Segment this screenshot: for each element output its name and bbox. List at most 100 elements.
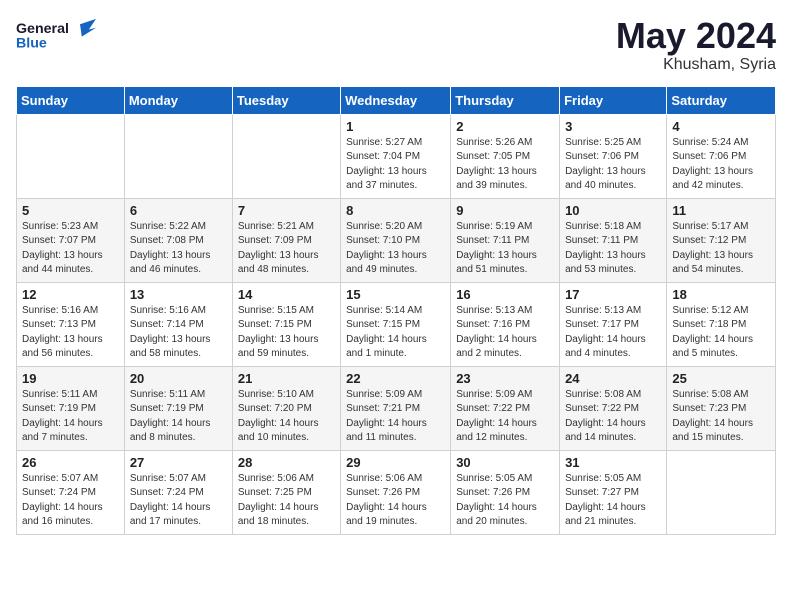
calendar-cell: 10 Sunrise: 5:18 AM Sunset: 7:11 PM Dayli…	[560, 198, 667, 282]
day-number: 28	[238, 455, 335, 470]
day-info: Sunrise: 5:06 AM Sunset: 7:25 PM Dayligh…	[238, 472, 335, 530]
weekday-monday: Monday	[124, 86, 232, 114]
page-header: General Blue May 2024 Khusham, Syria	[16, 16, 776, 74]
calendar-week-3: 12 Sunrise: 5:16 AM Sunset: 7:13 PM Dayli…	[17, 282, 776, 366]
day-number: 22	[346, 371, 445, 386]
day-info: Sunrise: 5:22 AM Sunset: 7:08 PM Dayligh…	[130, 220, 227, 278]
calendar-cell: 12 Sunrise: 5:16 AM Sunset: 7:13 PM Dayli…	[17, 282, 125, 366]
calendar-cell: 3Sunrise: 5:25 AM Sunset: 7:06 PM Daylig…	[560, 114, 667, 198]
calendar-cell: 28 Sunrise: 5:06 AM Sunset: 7:25 PM Dayli…	[232, 450, 340, 534]
logo-icon: General Blue	[16, 16, 96, 52]
day-number: 18	[672, 287, 770, 302]
day-info: Sunrise: 5:25 AM Sunset: 7:06 PM Dayligh…	[565, 136, 661, 194]
day-info: Sunrise: 5:14 AM Sunset: 7:15 PM Dayligh…	[346, 304, 445, 362]
calendar-cell: 9Sunrise: 5:19 AM Sunset: 7:11 PM Daylig…	[451, 198, 560, 282]
calendar-cell: 5Sunrise: 5:23 AM Sunset: 7:07 PM Daylig…	[17, 198, 125, 282]
calendar-cell: 2 Sunrise: 5:26 AM Sunset: 7:05 PM Daylig…	[451, 114, 560, 198]
calendar-week-5: 26Sunrise: 5:07 AM Sunset: 7:24 PM Dayli…	[17, 450, 776, 534]
calendar-cell: 20Sunrise: 5:11 AM Sunset: 7:19 PM Dayli…	[124, 366, 232, 450]
calendar-cell: 31 Sunrise: 5:05 AM Sunset: 7:27 PM Dayli…	[560, 450, 667, 534]
location: Khusham, Syria	[616, 56, 776, 74]
day-number: 11	[672, 203, 770, 218]
day-info: Sunrise: 5:27 AM Sunset: 7:04 PM Dayligh…	[346, 136, 445, 194]
calendar-cell: 7 Sunrise: 5:21 AM Sunset: 7:09 PM Daylig…	[232, 198, 340, 282]
day-info: Sunrise: 5:13 AM Sunset: 7:17 PM Dayligh…	[565, 304, 661, 362]
day-number: 8	[346, 203, 445, 218]
calendar-cell: 19 Sunrise: 5:11 AM Sunset: 7:19 PM Dayli…	[17, 366, 125, 450]
calendar-week-2: 5Sunrise: 5:23 AM Sunset: 7:07 PM Daylig…	[17, 198, 776, 282]
weekday-sunday: Sunday	[17, 86, 125, 114]
day-info: Sunrise: 5:12 AM Sunset: 7:18 PM Dayligh…	[672, 304, 770, 362]
day-info: Sunrise: 5:26 AM Sunset: 7:05 PM Dayligh…	[456, 136, 554, 194]
day-info: Sunrise: 5:24 AM Sunset: 7:06 PM Dayligh…	[672, 136, 770, 194]
day-info: Sunrise: 5:09 AM Sunset: 7:21 PM Dayligh…	[346, 388, 445, 446]
day-info: Sunrise: 5:19 AM Sunset: 7:11 PM Dayligh…	[456, 220, 554, 278]
day-number: 7	[238, 203, 335, 218]
calendar-cell: 6Sunrise: 5:22 AM Sunset: 7:08 PM Daylig…	[124, 198, 232, 282]
logo: General Blue	[16, 16, 96, 52]
weekday-tuesday: Tuesday	[232, 86, 340, 114]
day-info: Sunrise: 5:21 AM Sunset: 7:09 PM Dayligh…	[238, 220, 335, 278]
calendar-cell: 1Sunrise: 5:27 AM Sunset: 7:04 PM Daylig…	[341, 114, 451, 198]
calendar-cell: 26Sunrise: 5:07 AM Sunset: 7:24 PM Dayli…	[17, 450, 125, 534]
day-info: Sunrise: 5:11 AM Sunset: 7:19 PM Dayligh…	[22, 388, 119, 446]
day-info: Sunrise: 5:10 AM Sunset: 7:20 PM Dayligh…	[238, 388, 335, 446]
day-info: Sunrise: 5:06 AM Sunset: 7:26 PM Dayligh…	[346, 472, 445, 530]
calendar-cell: 4 Sunrise: 5:24 AM Sunset: 7:06 PM Daylig…	[667, 114, 776, 198]
weekday-wednesday: Wednesday	[341, 86, 451, 114]
calendar-cell: 17 Sunrise: 5:13 AM Sunset: 7:17 PM Dayli…	[560, 282, 667, 366]
calendar-cell: 23 Sunrise: 5:09 AM Sunset: 7:22 PM Dayli…	[451, 366, 560, 450]
day-number: 16	[456, 287, 554, 302]
calendar-cell: 25 Sunrise: 5:08 AM Sunset: 7:23 PM Dayli…	[667, 366, 776, 450]
calendar-cell	[124, 114, 232, 198]
day-info: Sunrise: 5:05 AM Sunset: 7:26 PM Dayligh…	[456, 472, 554, 530]
day-info: Sunrise: 5:09 AM Sunset: 7:22 PM Dayligh…	[456, 388, 554, 446]
day-number: 29	[346, 455, 445, 470]
svg-text:Blue: Blue	[16, 35, 47, 51]
day-info: Sunrise: 5:17 AM Sunset: 7:12 PM Dayligh…	[672, 220, 770, 278]
day-info: Sunrise: 5:20 AM Sunset: 7:10 PM Dayligh…	[346, 220, 445, 278]
day-number: 27	[130, 455, 227, 470]
day-number: 19	[22, 371, 119, 386]
calendar-cell: 27 Sunrise: 5:07 AM Sunset: 7:24 PM Dayli…	[124, 450, 232, 534]
day-number: 17	[565, 287, 661, 302]
day-info: Sunrise: 5:18 AM Sunset: 7:11 PM Dayligh…	[565, 220, 661, 278]
day-info: Sunrise: 5:23 AM Sunset: 7:07 PM Dayligh…	[22, 220, 119, 278]
calendar-cell: 30Sunrise: 5:05 AM Sunset: 7:26 PM Dayli…	[451, 450, 560, 534]
month-year: May 2024	[616, 16, 776, 56]
day-info: Sunrise: 5:15 AM Sunset: 7:15 PM Dayligh…	[238, 304, 335, 362]
day-number: 24	[565, 371, 661, 386]
day-number: 4	[672, 119, 770, 134]
day-number: 31	[565, 455, 661, 470]
weekday-friday: Friday	[560, 86, 667, 114]
calendar-cell: 18 Sunrise: 5:12 AM Sunset: 7:18 PM Dayli…	[667, 282, 776, 366]
day-info: Sunrise: 5:07 AM Sunset: 7:24 PM Dayligh…	[130, 472, 227, 530]
calendar-body: 1Sunrise: 5:27 AM Sunset: 7:04 PM Daylig…	[17, 114, 776, 534]
day-info: Sunrise: 5:16 AM Sunset: 7:13 PM Dayligh…	[22, 304, 119, 362]
day-number: 12	[22, 287, 119, 302]
calendar-cell	[232, 114, 340, 198]
day-number: 14	[238, 287, 335, 302]
calendar-cell: 14 Sunrise: 5:15 AM Sunset: 7:15 PM Dayli…	[232, 282, 340, 366]
calendar-cell: 11 Sunrise: 5:17 AM Sunset: 7:12 PM Dayli…	[667, 198, 776, 282]
day-number: 13	[130, 287, 227, 302]
calendar-cell: 22 Sunrise: 5:09 AM Sunset: 7:21 PM Dayli…	[341, 366, 451, 450]
calendar-cell	[17, 114, 125, 198]
calendar-cell: 16 Sunrise: 5:13 AM Sunset: 7:16 PM Dayli…	[451, 282, 560, 366]
day-number: 2	[456, 119, 554, 134]
day-info: Sunrise: 5:16 AM Sunset: 7:14 PM Dayligh…	[130, 304, 227, 362]
day-number: 10	[565, 203, 661, 218]
weekday-header-row: SundayMondayTuesdayWednesdayThursdayFrid…	[17, 86, 776, 114]
calendar-week-1: 1Sunrise: 5:27 AM Sunset: 7:04 PM Daylig…	[17, 114, 776, 198]
day-info: Sunrise: 5:13 AM Sunset: 7:16 PM Dayligh…	[456, 304, 554, 362]
weekday-saturday: Saturday	[667, 86, 776, 114]
calendar-cell: 21Sunrise: 5:10 AM Sunset: 7:20 PM Dayli…	[232, 366, 340, 450]
day-info: Sunrise: 5:08 AM Sunset: 7:23 PM Dayligh…	[672, 388, 770, 446]
weekday-thursday: Thursday	[451, 86, 560, 114]
calendar-cell: 24Sunrise: 5:08 AM Sunset: 7:22 PM Dayli…	[560, 366, 667, 450]
day-info: Sunrise: 5:11 AM Sunset: 7:19 PM Dayligh…	[130, 388, 227, 446]
calendar-cell: 15Sunrise: 5:14 AM Sunset: 7:15 PM Dayli…	[341, 282, 451, 366]
day-info: Sunrise: 5:05 AM Sunset: 7:27 PM Dayligh…	[565, 472, 661, 530]
day-number: 25	[672, 371, 770, 386]
day-number: 23	[456, 371, 554, 386]
